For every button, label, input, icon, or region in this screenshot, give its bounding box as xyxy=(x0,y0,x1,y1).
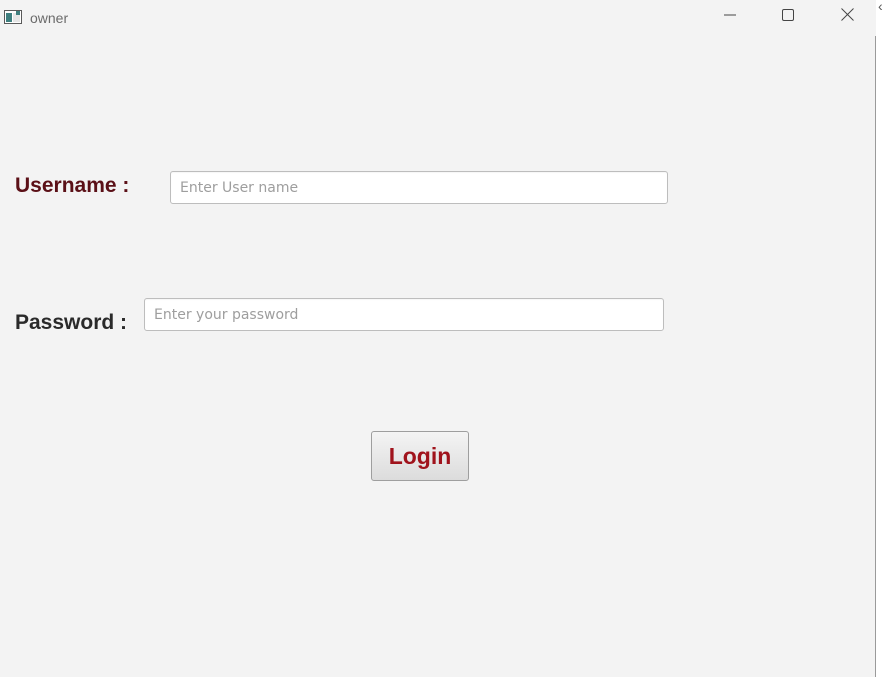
password-label: Password : xyxy=(15,311,128,334)
username-label: Username : xyxy=(15,174,130,197)
password-field[interactable] xyxy=(144,298,664,331)
background-window-edge xyxy=(877,0,888,677)
app-window-icon xyxy=(4,10,22,24)
username-field[interactable] xyxy=(170,171,668,204)
minimize-icon xyxy=(724,8,736,26)
close-icon xyxy=(840,8,854,26)
maximize-icon xyxy=(782,8,794,26)
login-window: owner Username : Password : Login xyxy=(0,0,876,677)
background-chevron-icon: ‹ xyxy=(878,0,883,14)
close-button[interactable] xyxy=(824,0,870,34)
login-button[interactable]: Login xyxy=(371,431,469,481)
window-title: owner xyxy=(30,10,69,26)
minimize-button[interactable] xyxy=(707,0,753,34)
title-bar[interactable]: owner xyxy=(0,0,876,36)
maximize-button[interactable] xyxy=(765,0,811,34)
